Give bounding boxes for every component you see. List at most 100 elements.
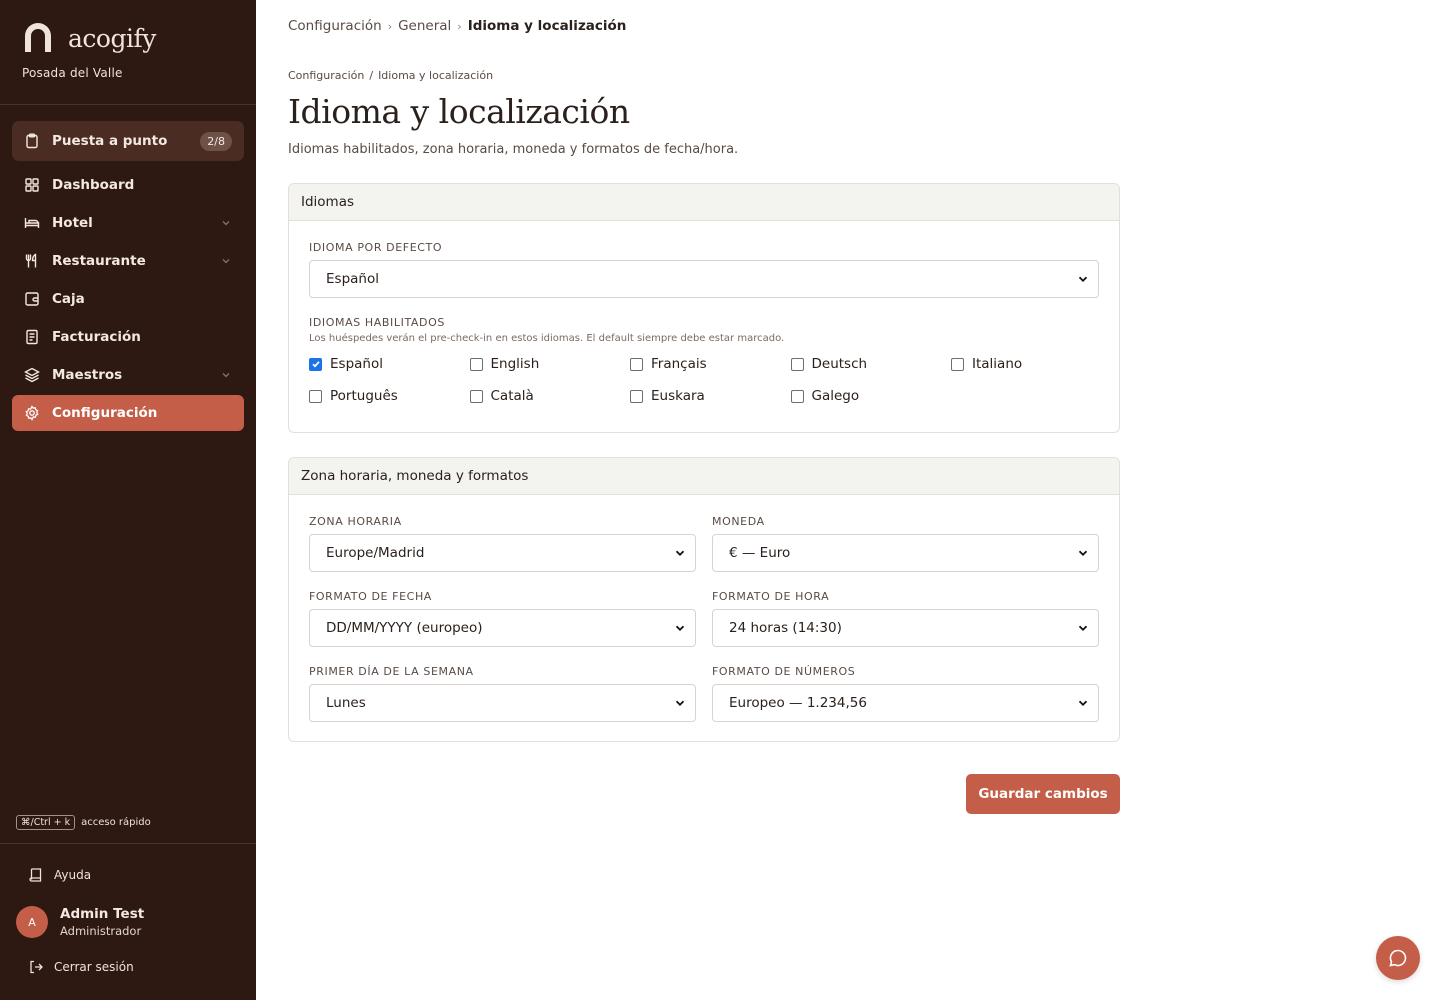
logout-label: Cerrar sesión <box>54 960 134 974</box>
date-format-field: Formato de fecha DD/MM/YYYY (europeo) <box>309 590 696 647</box>
language-checkbox-es[interactable]: Español <box>309 356 470 372</box>
sidebar-item-maestros[interactable]: Maestros <box>12 357 244 393</box>
user-profile[interactable]: A Admin Test Administrador <box>16 906 144 938</box>
language-checkbox-de[interactable]: Deutsch <box>790 356 952 372</box>
language-label: Italiano <box>972 356 1023 372</box>
setup-label: Puesta a punto <box>52 133 168 149</box>
date-format-label: Formato de fecha <box>309 590 432 603</box>
language-checkbox-it[interactable]: Italiano <box>951 356 1112 372</box>
select-value: DD/MM/YYYY (europeo) <box>326 620 483 636</box>
language-checkbox-ca[interactable]: Català <box>469 388 631 404</box>
language-checkbox-en[interactable]: English <box>469 356 631 372</box>
sidebar-item-caja[interactable]: Caja <box>12 281 244 317</box>
breadcrumb-current: Idioma y localización <box>467 18 627 34</box>
currency-select[interactable]: € — Euro <box>712 534 1099 572</box>
select-value: Lunes <box>326 695 366 711</box>
shortcut-label: acceso rápido <box>81 817 151 828</box>
timezone-label: Zona horaria <box>309 515 402 528</box>
chat-button[interactable] <box>1376 936 1420 980</box>
quick-access-hint: ⌘/Ctrl + k acceso rápido <box>16 815 151 830</box>
chevron-down-icon <box>220 369 232 381</box>
sidebar-divider <box>0 843 256 844</box>
wallet-icon <box>24 291 40 307</box>
help-link[interactable]: Ayuda <box>28 867 91 883</box>
select-value: Europe/Madrid <box>326 545 425 561</box>
checkbox[interactable] <box>790 357 804 371</box>
card-title: Zona horaria, moneda y formatos <box>289 458 1119 495</box>
date-format-select[interactable]: DD/MM/YYYY (europeo) <box>309 609 696 647</box>
breadcrumb-link[interactable]: Configuración <box>288 18 382 34</box>
number-format-label: Formato de números <box>712 665 856 678</box>
chevron-down-icon <box>220 217 232 229</box>
language-checkbox-gl[interactable]: Galego <box>790 388 952 404</box>
sidebar-item-facturacion[interactable]: Facturación <box>12 319 244 355</box>
languages-card: Idiomas Idioma por defecto Español Idiom… <box>288 183 1120 433</box>
chevron-down-icon <box>675 623 685 633</box>
sidebar-item-restaurante[interactable]: Restaurante <box>12 243 244 279</box>
language-checkbox-fr[interactable]: Français <box>630 356 791 372</box>
language-checkbox-eu[interactable]: Euskara <box>630 388 791 404</box>
time-format-select[interactable]: 24 horas (14:30) <box>712 609 1099 647</box>
checkbox[interactable] <box>790 389 804 403</box>
sidebar-item-dashboard[interactable]: Dashboard <box>12 167 244 203</box>
checkbox[interactable] <box>630 389 643 403</box>
number-format-select[interactable]: Europeo — 1.234,56 <box>712 684 1099 722</box>
language-checkbox-pt[interactable]: Português <box>309 388 470 404</box>
select-value: Europeo — 1.234,56 <box>729 695 867 711</box>
checkbox-checked[interactable] <box>309 357 322 371</box>
sidebar-item-label: Caja <box>52 291 85 307</box>
sidebar-item-label: Facturación <box>52 329 141 345</box>
language-label: English <box>490 356 540 372</box>
breadcrumb: Configuración / Idioma y localización <box>288 69 493 82</box>
breadcrumb-separator: / <box>369 69 374 82</box>
breadcrumb-current: Idioma y localización <box>378 69 494 82</box>
checkbox[interactable] <box>309 389 322 403</box>
sidebar-item-label: Dashboard <box>52 177 135 193</box>
invoice-icon <box>24 329 40 345</box>
select-value: Español <box>326 271 379 287</box>
help-label: Ayuda <box>54 868 92 882</box>
dashboard-icon <box>24 177 40 193</box>
fork-knife-icon <box>24 253 40 269</box>
checkbox[interactable] <box>951 357 964 371</box>
language-label: Deutsch <box>811 356 868 372</box>
default-language-select[interactable]: Español <box>309 260 1099 298</box>
user-name: Admin Test <box>60 906 145 922</box>
enabled-languages-hint: Los huéspedes verán el pre-check-in en e… <box>309 333 785 344</box>
currency-label: Moneda <box>712 515 765 528</box>
gear-icon <box>24 405 40 421</box>
week-start-field: Primer día de la semana Lunes <box>309 665 696 722</box>
chevron-down-icon <box>1078 548 1088 558</box>
breadcrumb-link[interactable]: Configuración <box>288 69 364 82</box>
checkbox[interactable] <box>469 389 483 403</box>
layers-icon <box>24 367 40 383</box>
brand[interactable]: acogify Posada del Valle <box>22 22 156 80</box>
breadcrumb-link[interactable]: General <box>398 18 451 34</box>
language-label: Galego <box>811 388 860 404</box>
setup-progress-badge: 2/8 <box>200 131 232 151</box>
sidebar-item-label: Hotel <box>52 215 93 231</box>
select-value: € — Euro <box>729 545 791 561</box>
top-breadcrumb: Configuración › General › Idioma y local… <box>288 18 626 34</box>
sidebar-item-label: Configuración <box>52 405 158 421</box>
timezone-select[interactable]: Europe/Madrid <box>309 534 696 572</box>
sidebar-item-setup[interactable]: Puesta a punto 2/8 <box>12 121 244 161</box>
chat-bubble-icon <box>1389 949 1407 967</box>
card-title: Idiomas <box>289 184 1119 221</box>
save-button[interactable]: Guardar cambios <box>966 774 1120 814</box>
sidebar-item-hotel[interactable]: Hotel <box>12 205 244 241</box>
logo-arch-icon <box>25 23 51 52</box>
checkbox[interactable] <box>469 357 483 371</box>
sidebar-item-configuracion[interactable]: Configuración <box>12 395 244 431</box>
book-icon <box>28 867 44 883</box>
week-start-select[interactable]: Lunes <box>309 684 696 722</box>
select-value: 24 horas (14:30) <box>729 620 842 636</box>
chevron-down-icon <box>1078 698 1088 708</box>
checkbox[interactable] <box>630 357 643 371</box>
user-role: Administrador <box>60 924 142 938</box>
clipboard-icon <box>24 133 40 149</box>
currency-field: Moneda € — Euro <box>712 515 1099 572</box>
number-format-field: Formato de números Europeo — 1.234,56 <box>712 665 1099 722</box>
breadcrumb-separator: › <box>387 19 393 33</box>
logout-link[interactable]: Cerrar sesión <box>28 959 134 975</box>
